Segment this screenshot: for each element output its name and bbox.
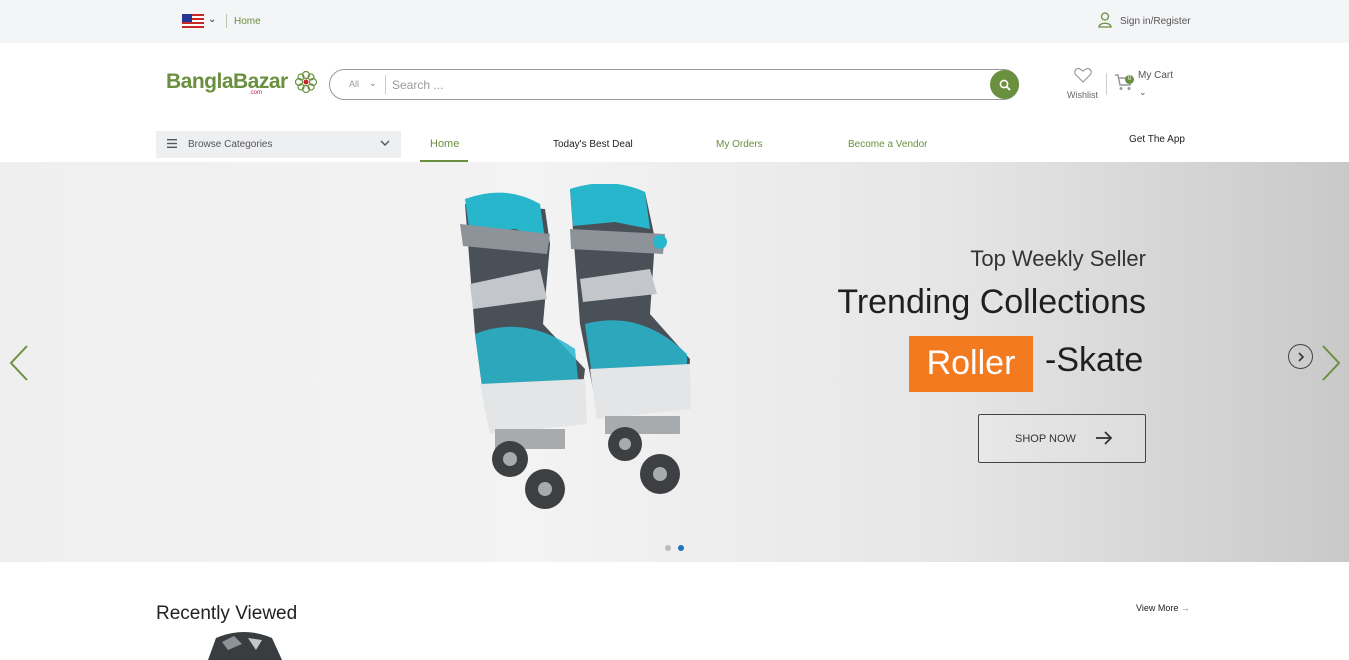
my-cart-label[interactable]: My Cart bbox=[1138, 70, 1173, 81]
view-more-link[interactable]: View More → bbox=[1136, 603, 1190, 613]
signin-register-link[interactable]: Sign in/Register bbox=[1120, 16, 1191, 27]
hero-carousel: Top Weekly Seller Trending Collections R… bbox=[0, 162, 1349, 562]
recently-viewed-title: Recently Viewed bbox=[156, 603, 298, 624]
product-thumbnail[interactable] bbox=[198, 630, 290, 660]
menu-icon bbox=[167, 139, 177, 148]
heart-icon[interactable] bbox=[1074, 67, 1092, 83]
banner-tag-suffix: -Skate bbox=[1045, 341, 1144, 379]
banner-tag: Roller bbox=[909, 336, 1033, 392]
cart-count-badge: 0 bbox=[1125, 75, 1134, 84]
get-the-app-link[interactable]: Get The App bbox=[1129, 134, 1185, 145]
flower-logo-icon bbox=[294, 70, 318, 94]
divider bbox=[1106, 73, 1107, 95]
carousel-next-button[interactable] bbox=[1288, 344, 1313, 369]
search-category-select[interactable]: All bbox=[349, 79, 359, 89]
top-home-link[interactable]: Home bbox=[234, 16, 261, 27]
top-bar: ⌄ Home Sign in/Register bbox=[0, 0, 1349, 43]
shop-now-label: SHOP NOW bbox=[1015, 433, 1076, 445]
banner-title: Trending Collections bbox=[837, 283, 1146, 321]
chevron-down-icon[interactable]: ⌄ bbox=[208, 14, 216, 25]
browse-categories-dropdown[interactable]: Browse Categories bbox=[156, 131, 401, 158]
arrow-right-icon bbox=[1096, 431, 1113, 445]
search-input[interactable] bbox=[392, 74, 972, 96]
chevron-down-icon bbox=[380, 140, 390, 146]
nav-home[interactable]: Home bbox=[430, 138, 459, 150]
view-more-label: View More bbox=[1136, 603, 1179, 613]
carousel-next-icon[interactable] bbox=[1320, 344, 1342, 382]
nav-become-vendor[interactable]: Become a Vendor bbox=[848, 139, 928, 150]
us-flag-icon[interactable] bbox=[182, 14, 204, 28]
search-icon bbox=[999, 79, 1011, 91]
chevron-right-icon bbox=[1297, 351, 1304, 362]
logo[interactable]: BanglaBazar bbox=[166, 70, 288, 94]
search-bar: All ⌄ bbox=[329, 69, 1019, 100]
divider bbox=[226, 14, 227, 28]
roller-skate-image bbox=[460, 184, 691, 509]
logo-suffix: .com bbox=[249, 90, 263, 96]
banner-subtitle: Top Weekly Seller bbox=[970, 246, 1146, 271]
shop-now-button[interactable]: SHOP NOW bbox=[978, 414, 1146, 463]
arrow-right-icon: → bbox=[1180, 603, 1190, 613]
divider bbox=[385, 75, 386, 94]
carousel-prev-icon[interactable] bbox=[8, 344, 30, 382]
nav-todays-best-deal[interactable]: Today's Best Deal bbox=[553, 139, 633, 150]
user-icon[interactable] bbox=[1098, 12, 1112, 28]
chevron-down-icon[interactable]: ⌄ bbox=[1139, 87, 1147, 98]
wishlist-label[interactable]: Wishlist bbox=[1067, 90, 1098, 100]
search-button[interactable] bbox=[990, 70, 1019, 99]
nav-my-orders[interactable]: My Orders bbox=[716, 139, 763, 150]
chevron-down-icon[interactable]: ⌄ bbox=[369, 78, 377, 89]
browse-categories-label: Browse Categories bbox=[188, 139, 273, 150]
carousel-dot-2[interactable] bbox=[678, 545, 684, 551]
carousel-dot-1[interactable] bbox=[665, 545, 671, 551]
